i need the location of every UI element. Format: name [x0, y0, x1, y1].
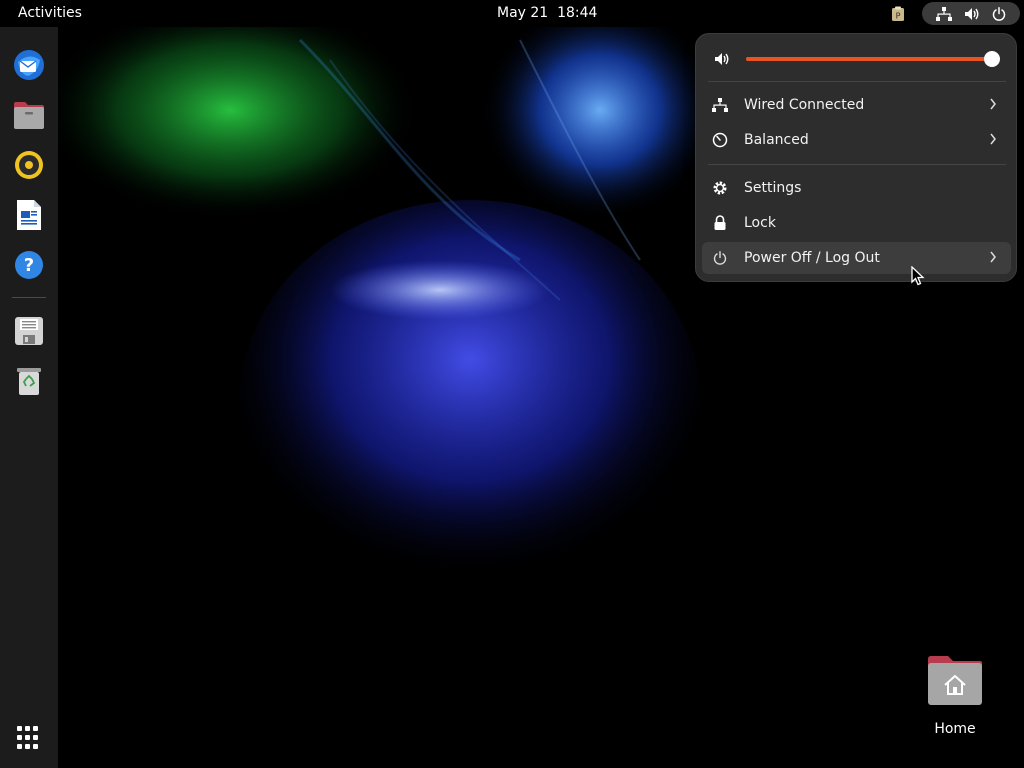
- dock-separator: [12, 297, 46, 298]
- writer-icon[interactable]: [9, 195, 49, 235]
- files-icon[interactable]: [9, 95, 49, 135]
- volume-slider[interactable]: [746, 51, 1000, 67]
- desktop-home-icon[interactable]: Home: [920, 653, 990, 743]
- network-wired-icon: [712, 97, 728, 113]
- dock: ?: [0, 27, 58, 768]
- clipboard-icon[interactable]: P: [884, 2, 912, 25]
- apps-grid-icon[interactable]: [14, 723, 44, 753]
- quick-settings-menu: Wired Connected Balanced Settings Lock P…: [695, 33, 1017, 282]
- menu-item-label: Lock: [744, 215, 776, 231]
- power-off-log-out-item[interactable]: Power Off / Log Out: [702, 242, 1011, 274]
- floppy-icon[interactable]: [9, 311, 49, 351]
- lock-icon: [712, 215, 728, 231]
- mouse-cursor-icon: [911, 265, 925, 290]
- rhythmbox-icon[interactable]: [9, 145, 49, 185]
- chevron-right-icon: [989, 133, 997, 149]
- power-icon: [992, 6, 1006, 21]
- chevron-right-icon: [989, 251, 997, 267]
- help-icon[interactable]: ?: [9, 245, 49, 285]
- volume-icon: [964, 7, 980, 21]
- activities-button[interactable]: Activities: [8, 0, 92, 27]
- svg-text:P: P: [896, 11, 901, 20]
- power-profile-icon: [712, 132, 728, 148]
- network-wired-icon: [936, 6, 952, 21]
- menu-item-label: Power Off / Log Out: [744, 250, 880, 266]
- wired-connected-item[interactable]: Wired Connected: [702, 89, 1011, 121]
- menu-item-label: Balanced: [744, 132, 809, 148]
- power-profile-item[interactable]: Balanced: [702, 124, 1011, 156]
- menu-item-label: Wired Connected: [744, 97, 865, 113]
- settings-item[interactable]: Settings: [702, 172, 1011, 204]
- volume-row: [696, 44, 1016, 74]
- volume-icon: [714, 51, 730, 70]
- lock-item[interactable]: Lock: [702, 207, 1011, 239]
- top-panel: Activities May 21 18:44 P: [0, 0, 1024, 27]
- system-status-menu[interactable]: [922, 2, 1020, 25]
- gear-icon: [712, 180, 728, 196]
- trash-icon[interactable]: [9, 361, 49, 401]
- svg-text:?: ?: [24, 255, 34, 276]
- menu-separator: [708, 81, 1006, 82]
- volume-slider-knob[interactable]: [984, 51, 1000, 67]
- desktop-icon-label: Home: [934, 721, 976, 737]
- thunderbird-icon[interactable]: [9, 45, 49, 85]
- home-folder-icon: [926, 653, 984, 707]
- chevron-right-icon: [989, 98, 997, 114]
- power-icon: [712, 250, 728, 266]
- menu-item-label: Settings: [744, 180, 802, 196]
- volume-slider-fill: [746, 57, 992, 61]
- clock-button[interactable]: May 21 18:44: [486, 0, 608, 27]
- menu-separator: [708, 164, 1006, 165]
